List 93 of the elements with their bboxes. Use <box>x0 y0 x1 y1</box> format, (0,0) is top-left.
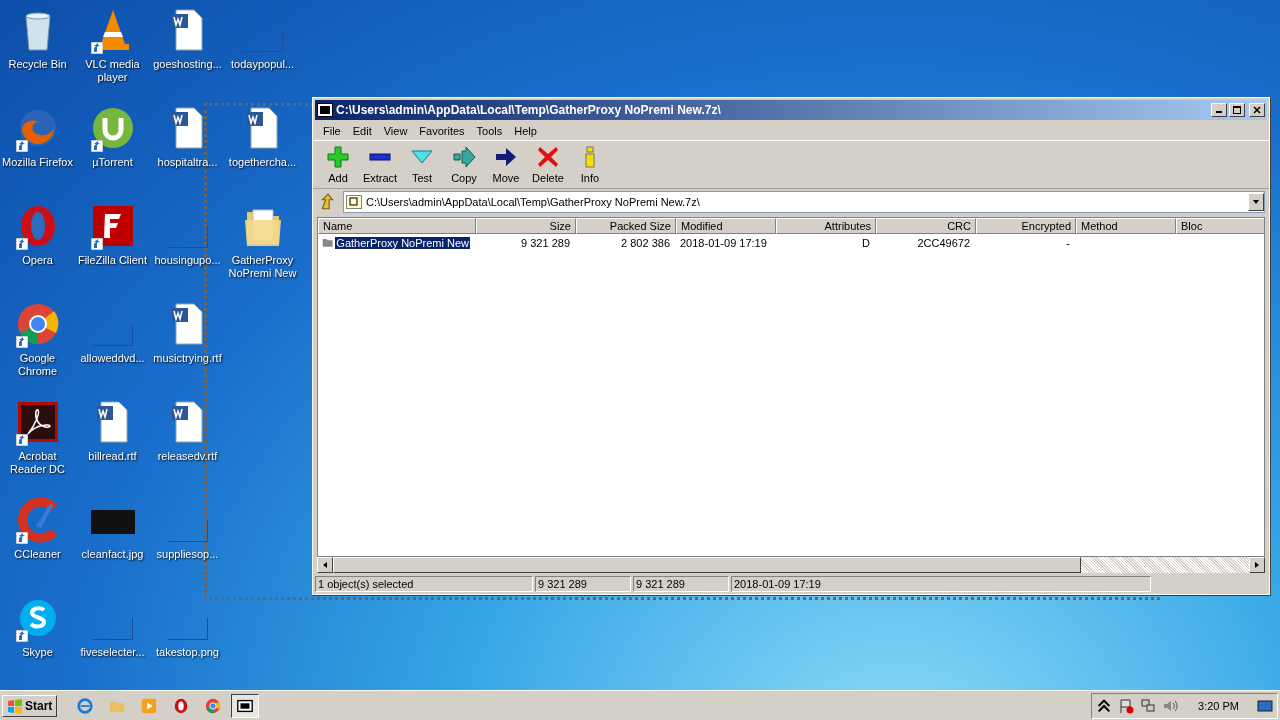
desktop-icon[interactable]: cleanfact.jpg <box>75 496 150 594</box>
network-icon[interactable] <box>1140 697 1157 714</box>
blank-thumbnail-icon <box>167 226 208 248</box>
desktop-icon[interactable]: goeshosting... <box>150 6 225 104</box>
blank-thumbnail-icon <box>92 618 133 640</box>
windows-logo-icon <box>7 697 23 714</box>
desktop-icon[interactable]: todaypopul... <box>225 6 300 104</box>
column-header[interactable]: Modified <box>676 218 776 234</box>
table-cell-text: 2018-01-09 17:19 <box>679 236 768 249</box>
show-hidden-icons-icon[interactable] <box>1096 697 1113 714</box>
menu-item[interactable]: Favorites <box>413 124 471 138</box>
desktop-icon[interactable]: suppliesop... <box>150 496 225 594</box>
blank-thumbnail-icon <box>167 520 208 542</box>
column-header[interactable]: Encrypted <box>976 218 1076 234</box>
menu-item[interactable]: File <box>317 124 347 138</box>
table-cell-text: 2CC49672 <box>916 236 971 249</box>
desktop-icon[interactable]: billread.rtf <box>75 398 150 496</box>
file-name[interactable]: GatherProxy NoPremi New <box>335 236 470 249</box>
clock[interactable]: 3:20 PM <box>1198 699 1239 712</box>
chrome-icon <box>204 696 223 715</box>
media-player-icon <box>140 696 159 715</box>
desktop-icon[interactable]: Skype <box>0 594 75 690</box>
app-icon <box>317 103 333 117</box>
status-field: 1 object(s) selected <box>315 576 533 592</box>
x-icon <box>536 145 560 169</box>
desktop-icon[interactable]: Acrobat Reader DC <box>0 398 75 496</box>
column-header[interactable]: CRC <box>876 218 976 234</box>
window-title: C:\Users\admin\AppData\Local\Temp\GatherProxy NoPremi New.7z\ <box>336 103 722 117</box>
menu-item[interactable]: View <box>377 124 414 138</box>
desktop-icon[interactable]: CCleaner <box>0 496 75 594</box>
desktop-icon[interactable]: musictrying.rtf <box>150 300 225 398</box>
archive-icon <box>346 195 362 209</box>
close-icon <box>1251 105 1263 115</box>
desktop-icon[interactable]: releasedv.rtf <box>150 398 225 496</box>
status-field: 9 321 289 <box>633 576 729 592</box>
desktop-icon[interactable]: Mozilla Firefox <box>0 104 75 202</box>
toolbar-button[interactable]: Delete <box>527 143 569 186</box>
minimize-button[interactable] <box>1211 103 1227 117</box>
flag-icon[interactable] <box>1118 697 1135 714</box>
double-arrow-icon <box>452 145 476 169</box>
dropdown-button[interactable] <box>1248 193 1264 211</box>
desktop-icon[interactable]: hospitaltra... <box>150 104 225 202</box>
browser-icon <box>76 696 95 715</box>
desktop-icon[interactable]: µTorrent <box>75 104 150 202</box>
arrow-icon <box>494 145 518 169</box>
table-cell-text: - <box>1065 236 1071 249</box>
toolbar-button[interactable]: Extract <box>359 143 401 186</box>
toolbar-button[interactable]: Info <box>569 143 611 186</box>
status-field: 9 321 289 <box>535 576 631 592</box>
column-header[interactable]: Method <box>1076 218 1176 234</box>
table-cell-text: 9 321 289 <box>520 236 571 249</box>
right-arrow-icon <box>1253 561 1261 569</box>
desktop-icon[interactable]: alloweddvd... <box>75 300 150 398</box>
minimize-icon <box>1216 111 1222 113</box>
taskbar-app[interactable] <box>231 693 260 718</box>
status-field: 2018-01-09 17:19 <box>731 576 1151 592</box>
column-header[interactable]: Bloc <box>1176 218 1264 234</box>
table-cell-text: 2 802 386 <box>620 236 671 249</box>
left-arrow-icon <box>321 561 329 569</box>
desktop-icon[interactable]: takestop.png <box>150 594 225 690</box>
menu-item[interactable]: Tools <box>470 124 509 138</box>
start-button[interactable]: Start <box>2 694 58 717</box>
maximize-icon <box>1231 105 1243 115</box>
desktop-icon[interactable]: togethercha... <box>225 104 300 202</box>
desktop-icon[interactable]: VLC media player <box>75 6 150 104</box>
plus-icon <box>326 145 350 169</box>
desktop-icon[interactable]: Google Chrome <box>0 300 75 398</box>
toolbar-button[interactable]: Test <box>401 143 443 186</box>
desktop-icon[interactable]: Opera <box>0 202 75 300</box>
close-button[interactable] <box>1249 103 1265 117</box>
desktop-icon[interactable]: FileZilla Client <box>75 202 150 300</box>
blank-thumbnail-icon <box>167 618 208 640</box>
horizontal-scrollbar[interactable] <box>317 557 1265 573</box>
blank-thumbnail-icon <box>242 30 283 52</box>
address-field[interactable]: C:\Users\admin\AppData\Local\Temp\GatherProxy NoPremi New.7z\ <box>343 191 1265 213</box>
column-header[interactable]: Name <box>318 218 476 234</box>
blank-thumbnail-icon <box>92 324 133 346</box>
column-header[interactable]: Attributes <box>776 218 876 234</box>
column-header[interactable]: Packed Size <box>576 218 676 234</box>
caret-icon <box>1252 198 1260 206</box>
desktop-icon[interactable]: Recycle Bin <box>0 6 75 104</box>
show-desktop-icon[interactable] <box>1257 697 1273 714</box>
column-header[interactable]: Size <box>476 218 576 234</box>
menu-item[interactable]: Edit <box>346 124 378 138</box>
table-cell-text: D <box>861 236 871 249</box>
desktop-icon[interactable]: fiveselecter... <box>75 594 150 690</box>
toolbar-button[interactable]: Move <box>485 143 527 186</box>
desktop-icon[interactable]: housingupo... <box>150 202 225 300</box>
toolbar-button[interactable]: Add <box>317 143 359 186</box>
toolbar-button[interactable]: Copy <box>443 143 485 186</box>
maximize-button[interactable] <box>1229 103 1245 117</box>
menu-item[interactable]: Help <box>508 124 543 138</box>
desktop-icon[interactable]: GatherProxy NoPremi New <box>225 202 300 300</box>
